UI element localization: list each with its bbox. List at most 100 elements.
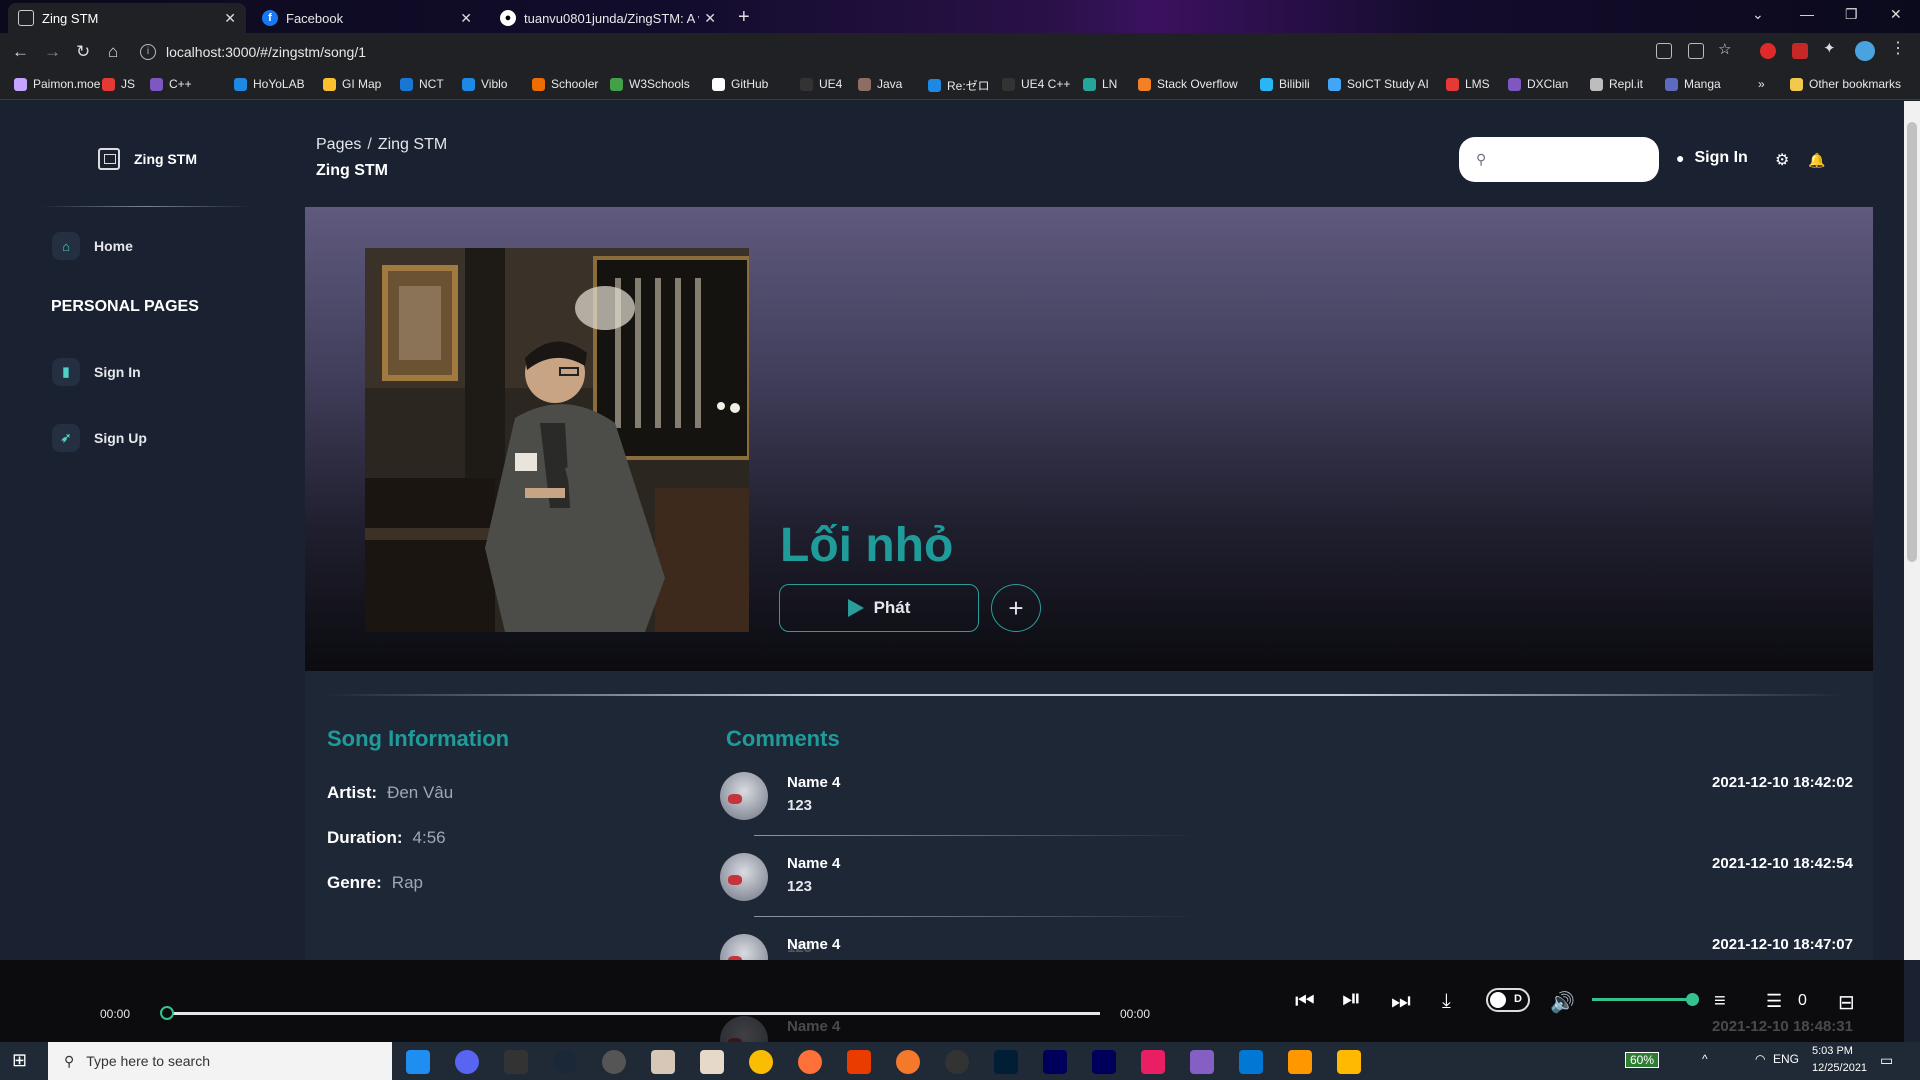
sidebar-item-home[interactable]: ⌂ Home <box>52 232 133 260</box>
extensions-puzzle-icon[interactable]: ✦ <box>1823 39 1839 57</box>
close-window-icon[interactable]: ✕ <box>1890 6 1902 23</box>
artist-value[interactable]: Đen Vâu <box>387 783 453 802</box>
bookmark-item[interactable]: GitHub <box>712 77 768 91</box>
profile-avatar[interactable] <box>1855 41 1875 61</box>
volume-handle[interactable] <box>1686 993 1699 1006</box>
bookmark-item[interactable]: Repl.it <box>1590 77 1643 91</box>
bookmark-item[interactable]: Stack Overflow <box>1138 77 1238 91</box>
bell-icon[interactable]: 🔔 <box>1808 152 1825 169</box>
seek-bar[interactable] <box>167 1012 1100 1015</box>
sidebar-item-sign-up[interactable]: ➶ Sign Up <box>52 424 147 452</box>
sidebar-brand[interactable]: Zing STM <box>98 148 197 170</box>
bookmark-star-icon[interactable]: ☆ <box>1718 40 1734 58</box>
bookmark-item[interactable]: NCT <box>400 77 444 91</box>
jetbrains-icon[interactable] <box>1141 1050 1165 1074</box>
site-info-icon[interactable]: i <box>140 43 156 60</box>
app-l-icon[interactable] <box>406 1050 430 1074</box>
play-pause-icon[interactable]: ⏯ <box>1342 985 1361 1013</box>
volume-icon[interactable]: 🔊 <box>1550 990 1575 1015</box>
bookmark-item[interactable]: DXClan <box>1508 77 1568 91</box>
adblock-extension-icon[interactable] <box>1760 43 1776 59</box>
bookmark-item[interactable]: Schooler <box>532 77 598 91</box>
battery-indicator[interactable]: 60% <box>1625 1052 1660 1068</box>
taskbar-search[interactable]: ⚲ Type here to search <box>48 1042 392 1080</box>
bookmark-item[interactable]: Bilibili <box>1260 77 1310 91</box>
sidebar-item-sign-in[interactable]: ▮ Sign In <box>52 358 141 386</box>
bookmark-item[interactable]: SoICT Study AI <box>1328 77 1429 91</box>
tab-facebook[interactable]: f Facebook ✕ <box>252 3 482 33</box>
clock-date[interactable]: 12/25/2021 <box>1812 1062 1867 1074</box>
bookmark-item[interactable]: LN <box>1083 77 1117 91</box>
blender-icon[interactable] <box>896 1050 920 1074</box>
address-bar[interactable]: i localhost:3000/#/zingstm/song/1 <box>140 37 1600 66</box>
bookmark-item[interactable]: Java <box>858 77 902 91</box>
notifications-icon[interactable]: ▭ <box>1880 1052 1893 1069</box>
steam-icon[interactable] <box>553 1050 577 1074</box>
language-indicator[interactable]: ENG <box>1773 1052 1799 1066</box>
bookmark-item[interactable]: Re:ゼロ <box>928 77 990 94</box>
tab-search-icon[interactable]: ⌄ <box>1752 6 1764 23</box>
download-icon[interactable]: ⤓ <box>1442 990 1451 1013</box>
close-tab-icon[interactable]: ✕ <box>460 10 472 27</box>
close-tab-icon[interactable]: ✕ <box>224 10 236 27</box>
firefox-icon[interactable] <box>798 1050 822 1074</box>
vscode-icon[interactable] <box>1239 1050 1263 1074</box>
volume-slider[interactable] <box>1592 998 1692 1001</box>
discord-icon[interactable] <box>455 1050 479 1074</box>
game-icon[interactable] <box>651 1050 675 1074</box>
search-input[interactable] <box>1496 151 1647 168</box>
menu-kebab-icon[interactable]: ⋮ <box>1890 38 1906 57</box>
wifi-icon[interactable]: ◠ <box>1755 1052 1765 1066</box>
bookmark-item[interactable]: LMS <box>1446 77 1490 91</box>
sublime-icon[interactable] <box>1288 1050 1312 1074</box>
bookmark-item[interactable]: Manga <box>1665 77 1721 91</box>
other-bookmarks[interactable]: Other bookmarks <box>1790 77 1901 91</box>
extension-icon[interactable] <box>1792 43 1808 59</box>
next-track-icon[interactable]: ⏭ <box>1391 988 1411 1014</box>
reload-icon[interactable]: ↻ <box>76 42 90 62</box>
bookmark-item[interactable]: GI Map <box>323 77 381 91</box>
windows-start-icon[interactable]: ⊞ <box>12 1050 36 1074</box>
seek-handle[interactable] <box>160 1006 174 1020</box>
back-icon[interactable]: ← <box>12 42 29 62</box>
bookmark-item[interactable]: W3Schools <box>610 77 690 91</box>
epic-games-icon[interactable] <box>504 1050 528 1074</box>
visual-studio-icon[interactable] <box>1190 1050 1214 1074</box>
add-to-playlist-button[interactable]: + <box>991 584 1041 632</box>
chrome-icon[interactable] <box>749 1050 773 1074</box>
restore-icon[interactable]: ❐ <box>1845 6 1858 23</box>
forward-icon[interactable]: → <box>44 42 61 62</box>
office-icon[interactable] <box>847 1050 871 1074</box>
file-explorer-icon[interactable] <box>1337 1050 1361 1074</box>
bookmark-item[interactable]: C++ <box>150 77 192 91</box>
tray-chevron-icon[interactable]: ^ <box>1702 1052 1708 1066</box>
collapse-player-icon[interactable]: ⊟ <box>1838 990 1855 1015</box>
tab-zing-stm[interactable]: Zing STM ✕ <box>8 3 246 33</box>
clock-time[interactable]: 5:03 PM <box>1812 1045 1853 1057</box>
header-sign-in-link[interactable]: ● Sign In <box>1676 149 1748 167</box>
share-icon[interactable] <box>1688 43 1704 59</box>
bookmark-item[interactable]: JS <box>102 77 135 91</box>
search-box[interactable]: ⚲ <box>1459 137 1659 182</box>
gear-icon[interactable]: ⚙ <box>1775 150 1789 170</box>
bookmark-item[interactable]: Viblo <box>462 77 507 91</box>
breadcrumb-pages[interactable]: Pages <box>316 136 361 153</box>
premiere-icon[interactable] <box>1043 1050 1067 1074</box>
bookmark-item[interactable]: HoYoLAB <box>234 77 305 91</box>
page-scrollbar-thumb[interactable] <box>1907 122 1917 562</box>
close-tab-icon[interactable]: ✕ <box>704 10 716 27</box>
bookmark-item[interactable]: UE4 C++ <box>1002 77 1070 91</box>
queue-icon[interactable]: ☰ <box>1766 991 1782 1012</box>
game-icon[interactable] <box>700 1050 724 1074</box>
previous-track-icon[interactable]: ⏮ <box>1295 988 1315 1014</box>
minimize-icon[interactable]: — <box>1800 6 1814 22</box>
tab-github[interactable]: ● tuanvu0801junda/ZingSTM: A we ✕ <box>490 3 726 33</box>
app-circle-icon[interactable] <box>602 1050 626 1074</box>
unreal-engine-icon[interactable] <box>945 1050 969 1074</box>
audition-icon[interactable] <box>1092 1050 1116 1074</box>
theme-toggle[interactable]: D <box>1486 988 1530 1012</box>
bookmark-item[interactable]: UE4 <box>800 77 842 91</box>
playlist-icon[interactable]: ≡ <box>1714 990 1726 1013</box>
photoshop-icon[interactable] <box>994 1050 1018 1074</box>
more-bookmarks-icon[interactable]: » <box>1758 77 1765 91</box>
